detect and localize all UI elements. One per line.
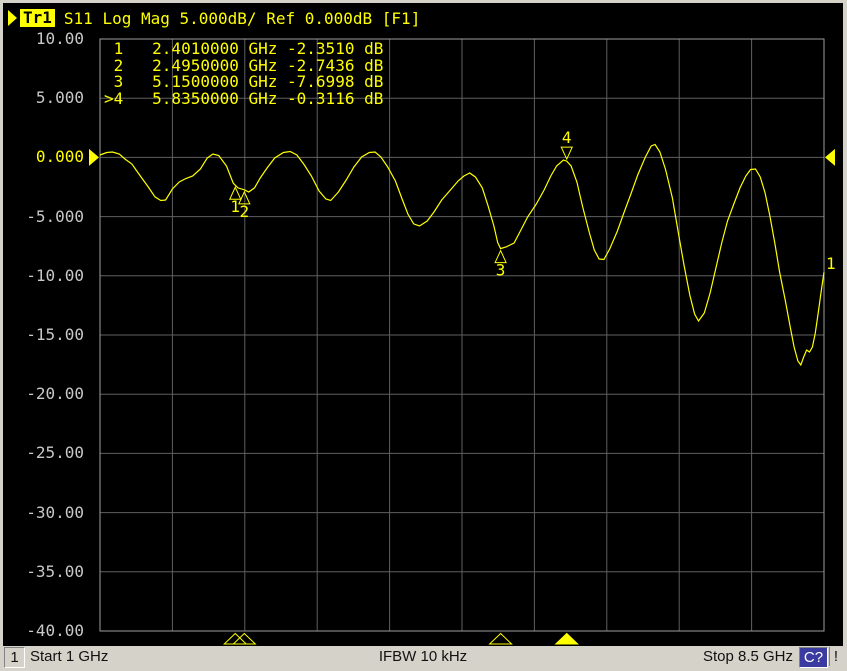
vna-window: 12341 Tr1 S11 Log Mag 5.000dB/ Ref 0.000… (0, 0, 847, 671)
trace-badge[interactable]: Tr1 (20, 9, 55, 27)
y-axis-label: -25.00 (26, 443, 84, 463)
reference-level-marker-right (825, 148, 835, 166)
correction-status-badge: C? (799, 647, 828, 668)
marker-readout-table: 1 2.4010000 GHz -2.3510 dB 2 2.4950000 G… (104, 40, 384, 108)
trace-number-label: 1 (826, 254, 836, 273)
marker-3-label: 3 (496, 261, 506, 280)
marker-4-label: 4 (562, 128, 572, 147)
y-axis-label: -20.00 (26, 384, 84, 404)
stimulus-marker-4[interactable] (554, 632, 579, 645)
y-axis-label: 0.000 (35, 147, 84, 167)
y-axis-label: -40.00 (26, 621, 84, 640)
y-axis-label: -30.00 (26, 502, 84, 522)
active-trace-arrow-icon (8, 10, 17, 26)
stimulus-marker-3[interactable] (488, 632, 513, 645)
y-axis-label: -5.000 (26, 206, 84, 226)
y-axis-label: 5.000 (35, 88, 84, 108)
reference-level-marker-left (89, 148, 99, 166)
y-axis-label: -35.00 (26, 561, 84, 581)
status-bar: 1 Start 1 GHz IFBW 10 kHz Stop 8.5 GHz C… (3, 646, 843, 668)
marker-readout-row: >4 5.8350000 GHz -0.3116 dB (104, 88, 384, 108)
trace-format-title: S11 Log Mag 5.000dB/ Ref 0.000dB [F1] (63, 8, 421, 28)
stop-frequency-label: Stop 8.5 GHz (702, 648, 793, 665)
y-axis-label: -15.00 (26, 325, 84, 344)
marker-2-label: 2 (239, 202, 249, 221)
y-axis-label: -10.00 (26, 265, 84, 285)
y-axis-label: 10.00 (35, 29, 84, 48)
alert-indicator: ! (829, 647, 842, 666)
trace-header: Tr1 S11 Log Mag 5.000dB/ Ref 0.000dB [F1… (8, 8, 420, 28)
